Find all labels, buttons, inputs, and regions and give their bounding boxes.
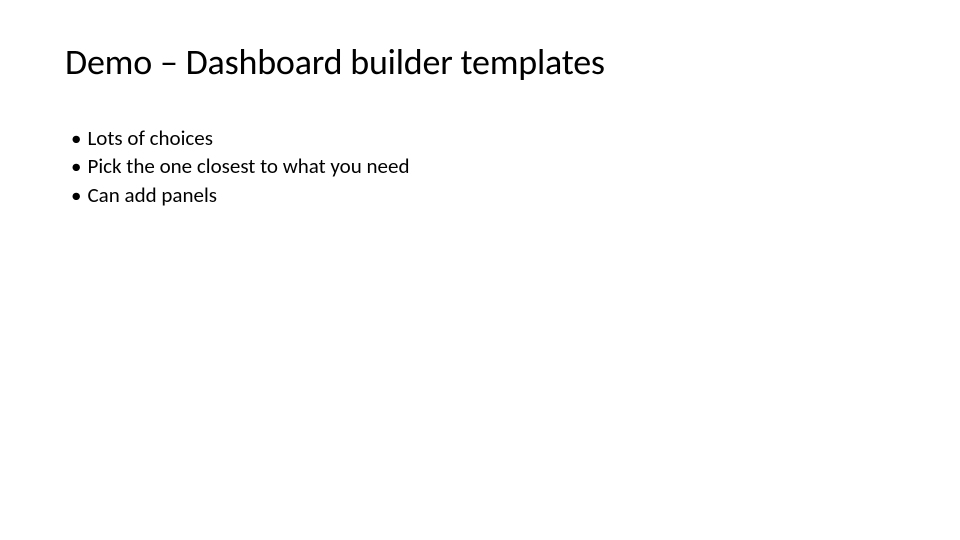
list-item: • Lots of choices — [71, 124, 895, 152]
slide-title: Demo – Dashboard builder templates — [65, 40, 895, 84]
bullet-text: Pick the one closest to what you need — [87, 152, 409, 180]
bullet-list: • Lots of choices • Pick the one closest… — [65, 124, 895, 209]
bullet-icon: • — [71, 152, 81, 180]
list-item: • Can add panels — [71, 181, 895, 209]
bullet-icon: • — [71, 181, 81, 209]
bullet-icon: • — [71, 124, 81, 152]
bullet-text: Lots of choices — [87, 124, 212, 152]
list-item: • Pick the one closest to what you need — [71, 152, 895, 180]
bullet-text: Can add panels — [87, 181, 217, 209]
